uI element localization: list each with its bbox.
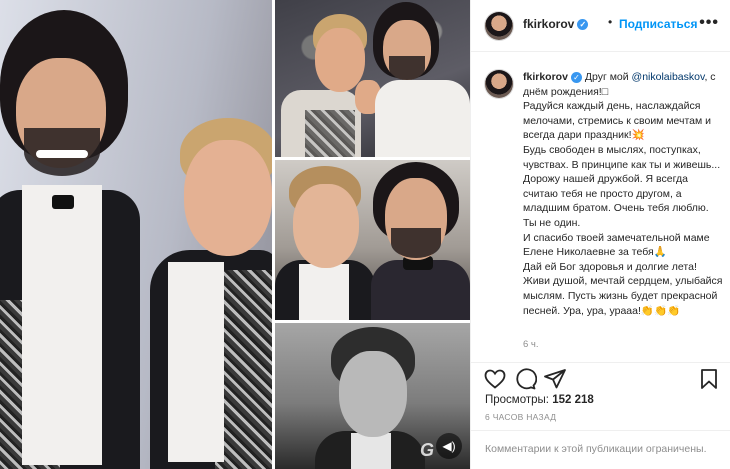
- verified-icon: ✓: [570, 71, 582, 83]
- caption-avatar[interactable]: [485, 70, 513, 98]
- post-date: 6 ЧАСОВ НАЗАД: [485, 412, 557, 422]
- pray-emoji: 🙏: [653, 246, 667, 259]
- caption-body2: Будь свободен в мыслях, поступках, чувст…: [523, 143, 721, 259]
- post-header: fkirkorov ✓ • Подписаться •••: [471, 0, 730, 52]
- avatar[interactable]: [485, 12, 513, 40]
- header-username[interactable]: fkirkorov ✓: [523, 17, 589, 31]
- photo-middle-right: [275, 160, 470, 320]
- views-label: Просмотры:: [485, 394, 549, 406]
- separator-dot: •: [608, 15, 613, 29]
- video-bottom-right[interactable]: G ◀): [275, 323, 470, 469]
- comments-disabled-notice: Комментарии к этой публикации ограничены…: [471, 430, 730, 469]
- watermark-logo: G: [419, 440, 434, 460]
- follow-button[interactable]: Подписаться: [619, 17, 697, 31]
- boom-emoji: 💥: [631, 129, 645, 142]
- photo-left: [0, 0, 272, 469]
- more-icon[interactable]: •••: [699, 14, 719, 32]
- caption-username[interactable]: fkirkorov: [523, 71, 568, 83]
- caption-block: fkirkorov ✓ Друг мой @nikolaibaskov, с дн…: [471, 58, 730, 358]
- post-sidebar: fkirkorov ✓ • Подписаться ••• fkirkorov ✓ …: [470, 0, 730, 469]
- bookmark-icon[interactable]: [697, 367, 721, 391]
- comment-icon[interactable]: [513, 367, 537, 391]
- heart-icon[interactable]: [483, 367, 507, 391]
- photo-top-right: [275, 0, 470, 157]
- caption-intro: Друг мой: [584, 71, 632, 83]
- mention-link[interactable]: @nikolaibaskov: [632, 71, 705, 83]
- caption-text: fkirkorov ✓ Друг мой @nikolaibaskov, с дн…: [523, 70, 723, 318]
- share-icon[interactable]: [543, 367, 567, 391]
- action-bar: [471, 362, 730, 392]
- clap-emoji: 👏👏👏: [640, 304, 681, 317]
- views-number: 152 218: [552, 394, 594, 406]
- post-media[interactable]: G ◀): [0, 0, 470, 469]
- caption-timestamp[interactable]: 6 ч.: [523, 339, 539, 350]
- views-count[interactable]: Просмотры: 152 218: [485, 394, 594, 406]
- username-text[interactable]: fkirkorov: [523, 17, 574, 31]
- caption-body1: Радуйся каждый день, наслаждайся мелочам…: [523, 100, 714, 142]
- sound-icon[interactable]: ◀): [436, 433, 462, 459]
- verified-icon: ✓: [577, 19, 589, 31]
- caption-body3: Дай ей Бог здоровья и долгие лета! Живи …: [523, 260, 723, 317]
